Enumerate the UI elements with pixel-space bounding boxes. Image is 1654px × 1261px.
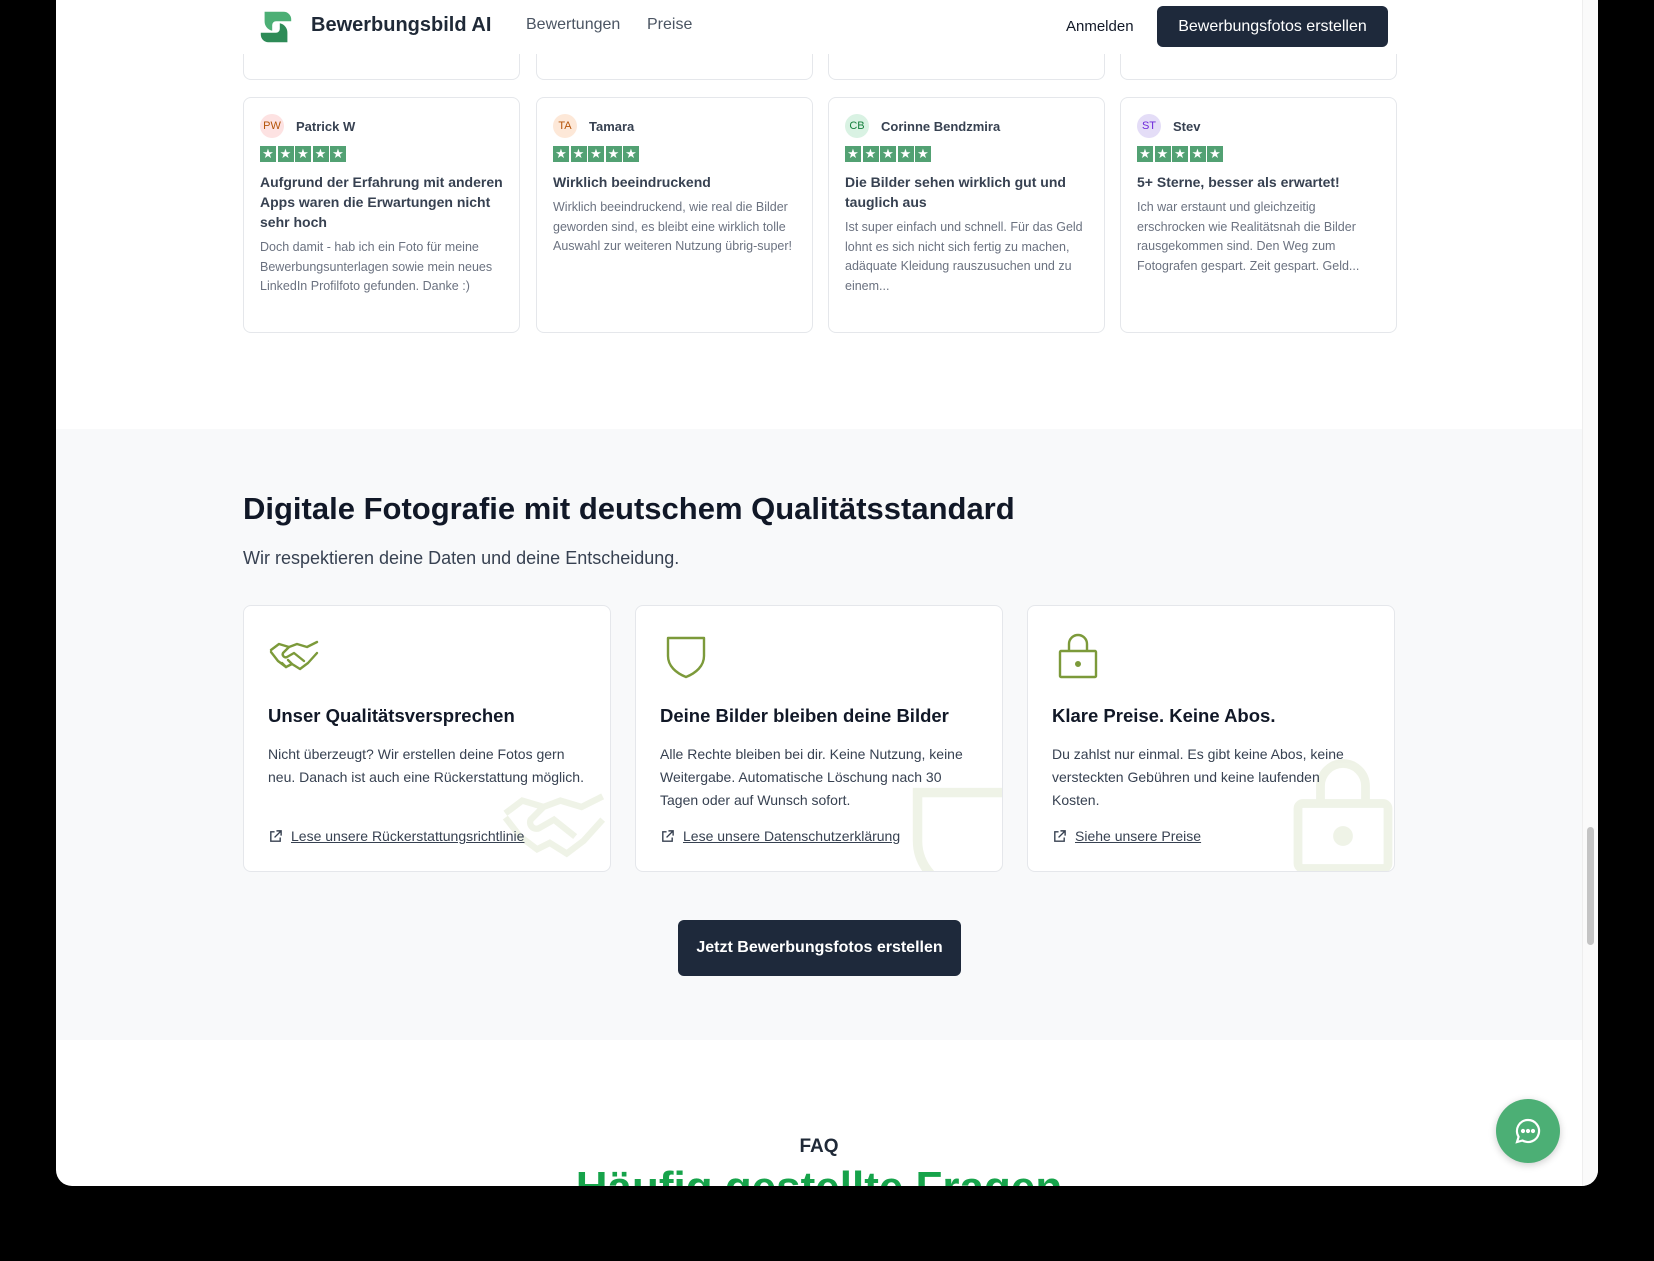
- review-title: Aufgrund der Erfahrung mit anderen Apps …: [260, 174, 503, 230]
- reviewer-name: Stev: [1173, 118, 1201, 134]
- chat-button[interactable]: [1496, 1099, 1560, 1163]
- avatar: CB: [845, 114, 869, 138]
- review-title: Die Bilder sehen wirklich gut und taugli…: [845, 174, 1066, 210]
- lock-icon: [1058, 633, 1098, 679]
- feature-title: Unser Qualitätsversprechen: [268, 705, 515, 726]
- feature-text: Nicht überzeugt? Wir erstellen deine Fot…: [268, 746, 584, 785]
- nav-bewertungen[interactable]: Bewertungen: [526, 16, 620, 34]
- brand-name[interactable]: Bewerbungsbild AI: [311, 14, 491, 37]
- feature-text: Alle Rechte bleiben bei dir. Keine Nutzu…: [660, 746, 963, 808]
- feature-title: Klare Preise. Keine Abos.: [1052, 705, 1276, 726]
- external-link-icon: [1054, 829, 1066, 842]
- logo-icon[interactable]: [257, 8, 295, 46]
- review-text: Doch damit - hab ich ein Foto für meine …: [260, 240, 493, 293]
- login-link[interactable]: Anmelden: [1066, 18, 1134, 35]
- feature-card-quality: Unser Qualitätsversprechen Nicht überzeu…: [243, 605, 611, 872]
- review-text: Wirklich beeindruckend, wie real die Bil…: [553, 200, 793, 253]
- reviewer-name: Tamara: [589, 118, 635, 134]
- avatar: PW: [260, 114, 284, 138]
- section-title: Digitale Fotografie mit deutschem Qualit…: [243, 491, 1015, 526]
- feature-title: Deine Bilder bleiben deine Bilder: [660, 705, 949, 726]
- feature-link-label[interactable]: Lese unsere Rückerstattungsrichtlinie: [291, 828, 524, 844]
- shield-icon: [666, 636, 706, 679]
- scrollbar[interactable]: [1582, 0, 1598, 1186]
- external-link-icon: [662, 829, 674, 842]
- star-rating: ★ ★ ★ ★ ★: [1137, 146, 1380, 164]
- feature-card-privacy: Deine Bilder bleiben deine Bilder Alle R…: [635, 605, 1003, 872]
- refund-policy-link[interactable]: Lese unsere Rückerstattungsrichtlinie: [268, 828, 524, 844]
- review-text: Ist super einfach und schnell. Für das G…: [845, 220, 1083, 293]
- create-photos-cta-button[interactable]: Jetzt Bewerbungsfotos erstellen: [678, 920, 961, 976]
- review-card: PW Patrick W ★ ★ ★ ★ ★ Aufgrund der Erfahrun…: [243, 97, 520, 333]
- nav-preise[interactable]: Preise: [647, 16, 692, 34]
- external-link-icon: [270, 829, 282, 842]
- pricing-link[interactable]: Siehe unsere Preise: [1052, 828, 1201, 844]
- star-rating: ★ ★ ★ ★ ★: [845, 146, 1088, 164]
- review-title: 5+ Sterne, besser als erwartet!: [1137, 174, 1340, 190]
- faq-title: Häufig gestellte Fragen: [56, 1163, 1582, 1186]
- reviewer-name: Patrick W: [296, 118, 356, 134]
- review-title: Wirklich beeindruckend: [553, 174, 711, 190]
- star-rating: ★ ★ ★ ★ ★: [260, 146, 503, 164]
- reviewer-name: Corinne Bendzmira: [881, 118, 1001, 134]
- avatar: TA: [553, 114, 577, 138]
- feature-text: Du zahlst nur einmal. Es gibt keine Abos…: [1052, 746, 1344, 808]
- feature-link-label[interactable]: Siehe unsere Preise: [1075, 828, 1201, 844]
- review-text: Ich war erstaunt und gleichzeitig erschr…: [1137, 200, 1360, 273]
- create-photos-button[interactable]: Bewerbungsfotos erstellen: [1157, 6, 1388, 47]
- browser-page: Bewerbungsbild AI Bewertungen Preise Anm…: [56, 0, 1598, 1186]
- handshake-icon: [269, 640, 319, 671]
- chat-icon: [1515, 1118, 1541, 1144]
- faq-label: FAQ: [799, 1136, 839, 1157]
- review-card: CB Corinne Bendzmira ★ ★ ★ ★ ★ Die Bilder se…: [828, 97, 1105, 333]
- review-card: TA Tamara ★ ★ ★ ★ ★ Wirklich beeindruckend W…: [536, 97, 813, 333]
- feature-card-pricing: Klare Preise. Keine Abos. Du zahlst nur …: [1027, 605, 1395, 872]
- section-subtitle: Wir respektieren deine Daten und deine E…: [243, 548, 680, 568]
- star-rating: ★ ★ ★ ★ ★: [553, 146, 796, 164]
- avatar: ST: [1137, 114, 1161, 138]
- quality-section: Digitale Fotografie mit deutschem Qualit…: [56, 429, 1582, 1040]
- privacy-policy-link[interactable]: Lese unsere Datenschutzerklärung: [660, 828, 900, 844]
- site-header: Bewerbungsbild AI Bewertungen Preise Anm…: [56, 0, 1582, 54]
- review-card: ST Stev ★ ★ ★ ★ ★ 5+ Sterne, besser als erwa…: [1120, 97, 1397, 333]
- scrollbar-thumb[interactable]: [1587, 827, 1594, 945]
- feature-link-label[interactable]: Lese unsere Datenschutzerklärung: [683, 828, 900, 844]
